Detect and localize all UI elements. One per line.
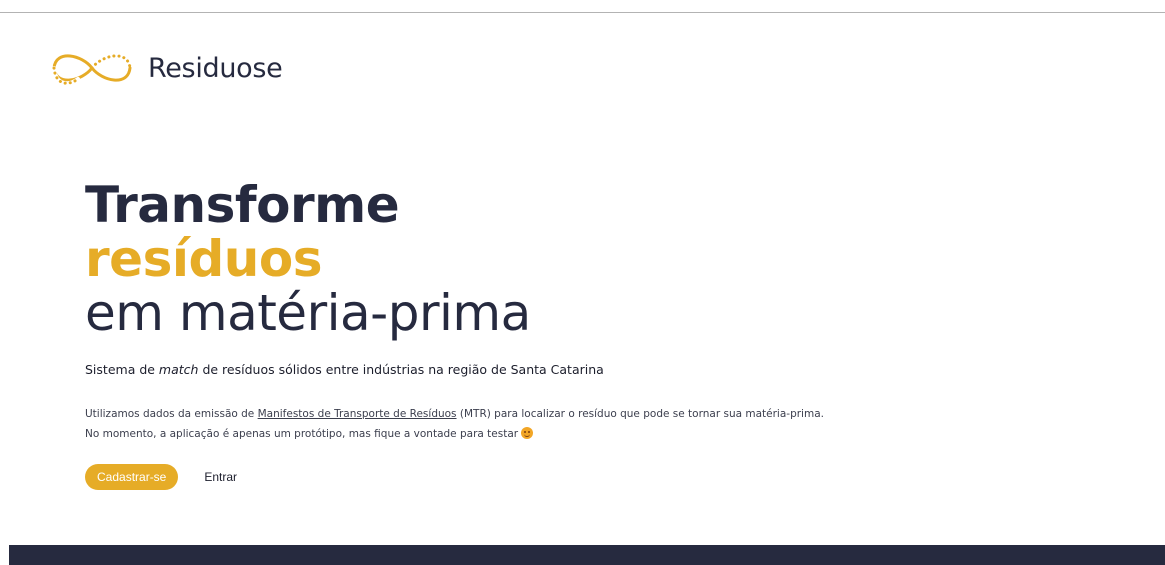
hero-subtitle: Sistema de match de resíduos sólidos ent…	[85, 362, 604, 377]
hero-headline: Transforme resíduos em matéria-prima	[85, 178, 531, 340]
hero-actions: Cadastrar-se Entrar	[85, 464, 243, 490]
signup-button[interactable]: Cadastrar-se	[85, 464, 179, 490]
brand-logo[interactable]: Residuose	[48, 45, 283, 91]
infinity-icon	[48, 45, 136, 91]
hero-description: Utilizamos dados da emissão de Manifesto…	[85, 404, 824, 444]
description-line-1-prefix: Utilizamos dados da emissão de	[85, 408, 258, 420]
description-line-1-suffix: (MTR) para localizar o resíduo que pode …	[456, 408, 824, 420]
mtr-link[interactable]: Manifestos de Transporte de Resíduos	[258, 408, 457, 420]
headline-line-1: Transforme	[85, 176, 400, 234]
subtitle-emphasis: match	[158, 362, 199, 377]
smiling-face-icon	[521, 427, 534, 439]
description-line-1: Utilizamos dados da emissão de Manifesto…	[85, 404, 824, 424]
footer-bar	[9, 545, 1165, 565]
headline-line-3: em matéria-prima	[85, 284, 531, 342]
brand-name: Residuose	[148, 52, 283, 84]
description-line-2-text: No momento, a aplicação é apenas um prot…	[85, 428, 522, 440]
subtitle-suffix: de resíduos sólidos entre indústrias na …	[198, 362, 604, 377]
login-button[interactable]: Entrar	[198, 469, 243, 485]
description-line-2: No momento, a aplicação é apenas um prot…	[85, 424, 824, 444]
headline-line-2: resíduos	[85, 230, 322, 288]
top-divider	[0, 12, 1165, 13]
subtitle-prefix: Sistema de	[85, 362, 159, 377]
hero-section: Transforme resíduos em matéria-prima	[85, 178, 531, 340]
